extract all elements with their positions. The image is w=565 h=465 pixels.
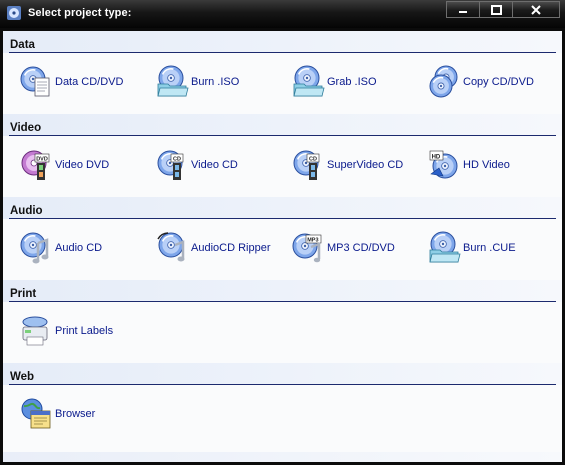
bottom-strip [3, 452, 562, 462]
section-items: Data CD/DVD Burn .ISO Grab .ISO Copy CD/… [3, 53, 562, 114]
section-video: Video DVD Video DVD CD Video CD CD Super… [3, 114, 562, 197]
maximize-icon [490, 4, 502, 15]
disc-folder-icon [429, 231, 461, 263]
section-title: Web [10, 371, 35, 383]
window-title: Select project type: [28, 7, 132, 19]
disc-music-note-icon [20, 232, 49, 264]
minimize-icon [459, 10, 467, 13]
disc-rip-music-icon [157, 232, 185, 262]
project-item-mp3-cd-dvd[interactable]: MP3 MP3 CD/DVD [291, 230, 395, 266]
section-items: Print Labels [3, 302, 562, 363]
project-item-supervideo-cd[interactable]: CD SuperVideo CD [291, 147, 403, 183]
project-type-window: Select project type: Data Data CD/DVD Bu… [0, 0, 565, 465]
project-item-label: Burn .CUE [463, 242, 516, 254]
project-item-audio-cd[interactable]: Audio CD [19, 230, 102, 266]
project-item-burn-cue[interactable]: Burn .CUE [427, 230, 516, 266]
section-header: Video [3, 114, 562, 136]
section-print: Print Print Labels [3, 280, 562, 363]
section-web: Web Browser [3, 363, 562, 446]
section-data: Data Data CD/DVD Burn .ISO Grab .ISO Cop… [3, 31, 562, 114]
project-item-label: HD Video [463, 159, 510, 171]
section-header: Data [3, 31, 562, 53]
project-item-label: SuperVideo CD [327, 159, 404, 171]
app-disc-icon [7, 6, 21, 20]
project-item-grab-iso[interactable]: Grab .ISO [291, 64, 377, 100]
project-item-copy-cd-dvd[interactable]: Copy CD/DVD [427, 64, 534, 100]
printer-disc-icon [22, 316, 48, 346]
maximize-button[interactable] [479, 1, 513, 18]
project-list: Data Data CD/DVD Burn .ISO Grab .ISO Cop… [3, 31, 562, 462]
project-item-label: Grab .ISO [327, 76, 377, 88]
project-item-label: Browser [55, 408, 96, 420]
section-title: Audio [10, 205, 43, 217]
project-item-audiocd-ripper[interactable]: AudioCD Ripper [155, 230, 270, 266]
project-item-burn-iso[interactable]: Burn .ISO [155, 64, 239, 100]
disc-folder-icon [157, 65, 189, 97]
section-header: Print [3, 280, 562, 302]
project-item-browser[interactable]: Browser [19, 396, 95, 432]
section-items: DVD Video DVD CD Video CD CD SuperVideo … [3, 136, 562, 197]
section-header: Web [3, 363, 562, 385]
section-title: Data [10, 39, 35, 51]
svg-text:DVD: DVD [36, 157, 48, 163]
cd-film-icon: CD [157, 150, 184, 180]
project-item-hd-video[interactable]: HD HD Video [427, 147, 510, 183]
hd-disc-icon: HD [429, 150, 458, 179]
data-disc-document-icon [20, 66, 50, 97]
dvd-film-icon: DVD [21, 150, 50, 180]
project-item-video-cd[interactable]: CD Video CD [155, 147, 238, 183]
section-title: Video [10, 122, 42, 134]
disc-folder-icon [293, 65, 325, 97]
section-items: Browser [3, 385, 562, 446]
project-item-label: Data CD/DVD [55, 76, 124, 88]
globe-browser-icon [21, 398, 51, 429]
section-audio: Audio Audio CD AudioCD Ripper MP3 MP3 CD… [3, 197, 562, 280]
mp3-disc-icon: MP3 [292, 233, 322, 263]
cd-film-icon: CD [293, 150, 320, 180]
svg-text:MP3: MP3 [307, 237, 318, 243]
project-item-label: MP3 CD/DVD [327, 242, 395, 254]
title-bar[interactable]: Select project type: [0, 0, 565, 28]
section-items: Audio CD AudioCD Ripper MP3 MP3 CD/DVD B… [3, 219, 562, 280]
svg-text:CD: CD [173, 157, 181, 163]
project-item-video-dvd[interactable]: DVD Video DVD [19, 147, 109, 183]
project-item-label: Burn .ISO [191, 76, 240, 88]
project-item-label: Video CD [191, 159, 238, 171]
two-discs-icon [429, 65, 458, 98]
close-icon [531, 4, 541, 15]
minimize-button[interactable] [446, 1, 480, 18]
project-item-label: Audio CD [55, 242, 103, 254]
close-button[interactable] [512, 1, 560, 18]
project-item-print-labels[interactable]: Print Labels [19, 313, 113, 349]
section-title: Print [10, 288, 37, 300]
project-item-label: Print Labels [55, 325, 114, 337]
svg-text:CD: CD [309, 157, 317, 163]
project-item-data-cd-dvd[interactable]: Data CD/DVD [19, 64, 123, 100]
project-item-label: Video DVD [55, 159, 110, 171]
section-header: Audio [3, 197, 562, 219]
window-controls [446, 1, 560, 19]
project-item-label: AudioCD Ripper [191, 242, 271, 254]
svg-text:HD: HD [432, 154, 441, 160]
project-item-label: Copy CD/DVD [463, 76, 534, 88]
